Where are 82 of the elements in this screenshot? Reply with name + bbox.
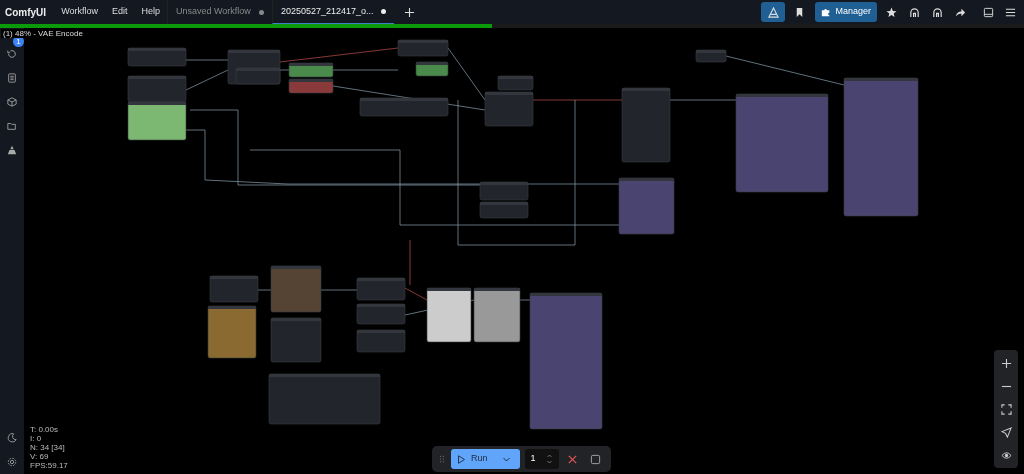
link-wire xyxy=(185,59,229,61)
drag-handle[interactable] xyxy=(438,454,446,464)
graph-node[interactable] xyxy=(426,287,472,343)
menu-icon xyxy=(1004,6,1016,18)
graph-node[interactable] xyxy=(397,39,449,57)
menu-item[interactable]: Workflow xyxy=(54,5,105,19)
graph-node[interactable] xyxy=(270,317,322,363)
graph-node[interactable] xyxy=(479,201,529,219)
graph-node[interactable] xyxy=(288,78,334,94)
graph-node[interactable] xyxy=(695,49,727,63)
progress-label: (1) 48% - VAE Encode xyxy=(1,29,85,38)
cube-icon xyxy=(7,97,17,107)
puzzle-icon xyxy=(821,7,832,17)
graph-node[interactable] xyxy=(359,97,449,117)
graph-node[interactable] xyxy=(415,61,449,77)
arch-icon xyxy=(908,6,920,18)
stat-line: V: 69 xyxy=(30,452,50,461)
settings-icon xyxy=(7,457,17,467)
link-wire xyxy=(319,289,358,291)
menu-item[interactable]: Edit xyxy=(104,5,135,19)
triangle-logo-icon xyxy=(767,6,779,18)
queue-count-badge: 1 xyxy=(13,36,24,47)
moon-icon xyxy=(7,433,17,443)
graph-node[interactable] xyxy=(356,277,406,301)
navigation-arrow-icon xyxy=(1000,426,1012,438)
fit-view-icon xyxy=(1000,403,1012,415)
app-logo: ComfyUI xyxy=(4,5,48,20)
share-icon xyxy=(954,6,966,18)
link-wire xyxy=(332,69,399,71)
link-wire xyxy=(279,69,290,71)
batch-count-field[interactable]: 1 xyxy=(524,449,559,469)
chevron-up-icon xyxy=(545,453,553,459)
toggle-icon-button[interactable] xyxy=(761,2,786,22)
graph-node[interactable] xyxy=(529,292,603,430)
stat-line: FPS:59.17 xyxy=(30,461,68,470)
graph-node[interactable] xyxy=(270,265,322,313)
graph-node[interactable] xyxy=(356,329,406,353)
close-icon xyxy=(567,453,578,465)
link-wire xyxy=(519,299,531,301)
graph-node[interactable] xyxy=(735,93,829,193)
cube-button[interactable] xyxy=(4,94,20,110)
graph-node[interactable] xyxy=(127,101,187,141)
star-icon xyxy=(885,6,897,18)
square-icon xyxy=(590,453,601,465)
drag-handle-icon xyxy=(438,454,446,464)
graph-node[interactable] xyxy=(484,91,534,127)
unsaved-dot xyxy=(258,9,264,15)
graph-node[interactable] xyxy=(235,67,281,85)
graph-node[interactable] xyxy=(473,287,521,343)
history-icon xyxy=(7,49,17,59)
graph-node[interactable] xyxy=(207,305,257,359)
graph-node[interactable] xyxy=(127,47,187,67)
panel-icon xyxy=(982,6,994,18)
graph-node[interactable] xyxy=(618,177,675,235)
folder-icon xyxy=(7,121,17,131)
graph-node[interactable] xyxy=(356,303,406,325)
stat-line: N: 34 [34] xyxy=(30,443,66,452)
link-wire xyxy=(185,69,229,91)
run-options-button[interactable] xyxy=(493,449,520,469)
plus-icon xyxy=(403,6,415,18)
graph-node[interactable] xyxy=(479,181,529,201)
document-icon xyxy=(7,73,17,83)
node-tree-icon xyxy=(7,145,17,155)
run-button[interactable]: Run xyxy=(451,449,494,469)
play-icon xyxy=(457,454,466,464)
graph-node[interactable] xyxy=(209,275,259,303)
link-wire xyxy=(669,99,737,101)
chevron-down-icon xyxy=(545,459,553,465)
unsaved-dot xyxy=(381,9,387,14)
menu-item[interactable]: Help xyxy=(134,5,167,19)
stat-line: I: 0 xyxy=(30,434,43,443)
plus-icon xyxy=(1000,357,1012,369)
graph-node[interactable] xyxy=(288,62,334,78)
graph-node[interactable] xyxy=(127,75,187,103)
stat-line: T: 0.00s xyxy=(30,425,59,434)
eye-icon xyxy=(1000,449,1012,461)
graph-node[interactable] xyxy=(843,77,919,217)
graph-node[interactable] xyxy=(497,75,534,91)
graph-node[interactable] xyxy=(268,373,381,425)
graph-node[interactable] xyxy=(621,87,671,163)
arch-icon xyxy=(931,6,943,18)
manager-button[interactable]: Manager xyxy=(815,2,877,22)
